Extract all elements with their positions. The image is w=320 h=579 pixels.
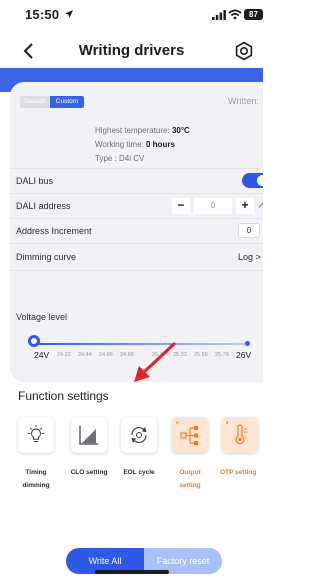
status-bar: 15:50 87: [0, 0, 263, 30]
clo-setting-card[interactable]: [71, 417, 107, 453]
voltage-tick: 24.22: [57, 352, 71, 358]
voltage-slider-end-dot: [245, 341, 250, 346]
dimming-curve-row[interactable]: Dimming curve Log >: [10, 243, 263, 269]
type-label: Type :: [95, 154, 117, 163]
cycle-icon: [131, 427, 147, 443]
address-increment-label: Address Increment: [16, 226, 92, 236]
bar-graph-icon: [79, 426, 98, 445]
annotation-arrow-icon: [134, 342, 176, 382]
output-setting-label: Output setting: [166, 466, 214, 492]
label-line: Output: [179, 469, 201, 476]
type-info: Type : D4i CV: [95, 154, 144, 163]
otp-setting-card[interactable]: •: [222, 417, 258, 453]
phone-screen: 15:50 87 Writing drivers Default Custom …: [0, 0, 263, 579]
highest-temperature-label: Highest temperature:: [95, 126, 170, 135]
location-arrow-icon: [65, 10, 73, 18]
dali-bus-label: DALI bus: [16, 176, 54, 186]
voltage-tick: 24.66: [99, 352, 113, 358]
gear-icon[interactable]: [234, 41, 254, 61]
mode-custom-tab[interactable]: Custom: [50, 96, 84, 108]
increment-button[interactable]: +: [236, 198, 254, 214]
nav-bar: Writing drivers: [0, 36, 263, 66]
output-tree-icon: [180, 426, 198, 445]
battery-indicator: 87: [244, 9, 263, 20]
written-status-label: Written:: [228, 96, 259, 106]
timing-dimming-card[interactable]: [18, 417, 54, 453]
dimming-curve-value[interactable]: Log >: [238, 252, 261, 262]
label-line: dimming: [22, 482, 50, 489]
dali-address-row: DALI address − 0 +: [10, 193, 263, 217]
cellular-signal-icon: [212, 10, 226, 20]
clo-setting-label: CLO setting: [70, 469, 108, 476]
thermometer-icon: [235, 424, 247, 444]
function-settings-title: Function settings: [18, 389, 109, 403]
label-line: Timing: [25, 469, 47, 476]
mode-segmented-control: Default Custom: [20, 96, 84, 108]
page-title: Writing drivers: [78, 42, 185, 59]
voltage-tick: 25.56: [194, 352, 208, 358]
dali-bus-row: DALI bus: [10, 168, 263, 192]
highest-temperature-info: Highest temperature: 30°C: [95, 126, 190, 135]
eol-cycle-label: EOL cycle: [123, 469, 155, 476]
timing-dimming-label: Timing dimming: [12, 466, 60, 492]
voltage-min-label: 24V: [34, 350, 50, 360]
mode-default-tab[interactable]: Default: [20, 96, 50, 108]
label-line: setting: [179, 482, 201, 489]
eol-cycle-card[interactable]: [121, 417, 157, 453]
home-indicator: [95, 570, 169, 574]
highest-temperature-value: 30°C: [171, 126, 190, 135]
address-increment-row: Address Increment 0: [10, 218, 263, 242]
voltage-level-label: Voltage level: [16, 312, 68, 322]
address-increment-input[interactable]: 0: [238, 223, 260, 238]
working-time-label: Working time:: [95, 140, 144, 149]
dali-address-stepper: − 0 +: [172, 198, 254, 214]
chevron-up-icon[interactable]: [258, 201, 263, 209]
voltage-tick: 25.78: [215, 352, 229, 358]
working-time-value: 0 hours: [146, 140, 175, 149]
status-time: 15:50: [25, 7, 60, 22]
bulb-icon: [28, 425, 44, 442]
voltage-tick: 24.44: [78, 352, 92, 358]
dali-address-value[interactable]: 0: [194, 198, 232, 214]
otp-setting-label: OTP setting: [220, 469, 257, 476]
voltage-slider-knob[interactable]: [28, 335, 40, 347]
output-setting-card[interactable]: •: [172, 417, 208, 453]
dali-address-label: DALI address: [16, 201, 71, 211]
wifi-icon: [228, 9, 242, 20]
voltage-max-label: 26V: [236, 350, 252, 360]
working-time-info: Working time: 0 hours: [95, 140, 175, 149]
dimming-curve-label: Dimming curve: [16, 252, 77, 262]
dali-bus-toggle[interactable]: [242, 173, 263, 188]
decrement-button[interactable]: −: [172, 198, 190, 214]
type-value: D4i CV: [119, 154, 145, 163]
